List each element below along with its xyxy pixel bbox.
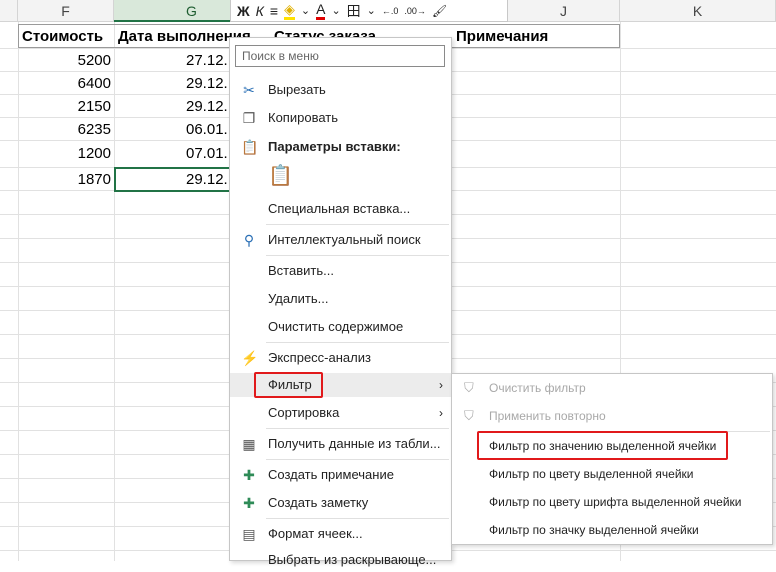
search-icon: ⚲	[243, 232, 255, 248]
header-cost[interactable]: Стоимость	[18, 25, 114, 48]
menu-item-smart-lookup[interactable]: ⚲ Интеллектуальный поиск	[230, 228, 451, 252]
menu-item-get-data[interactable]: ▦ Получить данные из табли...	[230, 432, 451, 456]
mini-toolbar: Ж К ≡ ◈ ⌄ А ⌄ 田 ⌄ ←.0 .00→ 🖌	[230, 0, 508, 22]
clipboard-icon: 📋	[241, 139, 259, 155]
cost-cell[interactable]: 5200	[18, 49, 114, 72]
column-header-f[interactable]: F	[18, 0, 114, 22]
paste-option-button[interactable]: 📋	[230, 166, 451, 194]
bold-button[interactable]: Ж	[237, 1, 250, 21]
menu-item-clear-contents[interactable]: Очистить содержимое	[230, 315, 451, 339]
filter-reapply-icon: ⛉	[464, 408, 474, 423]
cost-cell[interactable]: 1870	[18, 168, 114, 191]
date-cell[interactable]: 27.12.	[186, 49, 230, 72]
menu-item-sort[interactable]: Сортировка ›	[230, 401, 451, 425]
submenu-item-filter-by-icon[interactable]: Фильтр по значку выделенной ячейки	[452, 516, 772, 544]
scissors-icon: ✂	[243, 82, 255, 98]
font-color-icon[interactable]: А	[316, 1, 326, 20]
cost-cell[interactable]: 2150	[18, 95, 114, 118]
italic-button[interactable]: К	[256, 1, 264, 21]
cost-cell[interactable]: 6400	[18, 72, 114, 95]
align-icon[interactable]: ≡	[270, 1, 278, 21]
menu-item-cut[interactable]: ✂ Вырезать	[230, 78, 451, 102]
chevron-down-icon[interactable]: ⌄	[331, 1, 340, 21]
menu-item-quick-analysis[interactable]: ⚡ Экспресс-анализ	[230, 346, 451, 370]
chevron-right-icon: ›	[439, 378, 443, 392]
highlight-filter-by-value	[477, 431, 728, 460]
increase-decimal-icon[interactable]: .00→	[404, 1, 426, 21]
column-header-k[interactable]: K	[620, 0, 776, 22]
menu-item-format-cells[interactable]: ▤ Формат ячеек...	[230, 522, 451, 546]
menu-item-new-note[interactable]: ✚ Создать заметку	[230, 491, 451, 515]
table-icon: ▦	[242, 436, 256, 452]
new-note-icon: ✚	[243, 495, 255, 511]
decrease-decimal-icon[interactable]: ←.0	[382, 1, 399, 21]
header-notes[interactable]: Примечания	[452, 25, 612, 48]
format-painter-icon[interactable]: 🖌	[432, 1, 447, 21]
paste-icon: 📋	[268, 165, 293, 187]
menu-item-pick-list[interactable]: Выбрать из раскрывающе...	[230, 548, 451, 572]
cost-cell[interactable]: 1200	[18, 142, 114, 165]
menu-search-input[interactable]: Поиск в меню	[235, 45, 445, 67]
submenu-item-reapply[interactable]: ⛉ Применить повторно	[452, 402, 772, 430]
chevron-down-icon[interactable]: ⌄	[367, 1, 376, 21]
date-cell[interactable]: 06.01.	[186, 118, 230, 141]
format-cells-icon: ▤	[242, 526, 256, 542]
quick-analysis-icon: ⚡	[241, 350, 259, 366]
fill-color-icon[interactable]: ◈	[284, 1, 295, 20]
column-header-j[interactable]: J	[508, 0, 620, 22]
highlight-filter	[254, 372, 323, 398]
submenu-item-clear-filter[interactable]: ⛉ Очистить фильтр	[452, 374, 772, 402]
submenu-item-filter-by-color[interactable]: Фильтр по цвету выделенной ячейки	[452, 460, 772, 488]
borders-icon[interactable]: 田	[347, 1, 361, 21]
selected-cell[interactable]	[114, 167, 242, 192]
chevron-down-icon[interactable]: ⌄	[301, 1, 310, 21]
new-comment-icon: ✚	[243, 467, 255, 483]
submenu-item-filter-by-font-color[interactable]: Фильтр по цвету шрифта выделенной ячейки	[452, 488, 772, 516]
menu-item-insert[interactable]: Вставить...	[230, 259, 451, 283]
chevron-right-icon: ›	[439, 406, 443, 420]
cost-cell[interactable]: 6235	[18, 118, 114, 141]
date-cell[interactable]: 29.12.	[186, 95, 230, 118]
menu-item-paste-special[interactable]: Специальная вставка...	[230, 197, 451, 221]
menu-item-copy[interactable]: ❐ Копировать	[230, 106, 451, 130]
context-menu: Поиск в меню ✂ Вырезать ❐ Копировать 📋 П…	[229, 37, 452, 567]
corner-header	[0, 0, 18, 22]
date-cell[interactable]: 29.12.	[186, 72, 230, 95]
filter-clear-icon: ⛉	[464, 380, 474, 395]
menu-item-delete[interactable]: Удалить...	[230, 287, 451, 311]
copy-icon: ❐	[242, 110, 256, 126]
menu-item-new-comment[interactable]: ✚ Создать примечание	[230, 463, 451, 487]
date-cell[interactable]: 07.01.	[186, 142, 230, 165]
menu-item-paste-options: 📋 Параметры вставки:	[241, 139, 401, 155]
